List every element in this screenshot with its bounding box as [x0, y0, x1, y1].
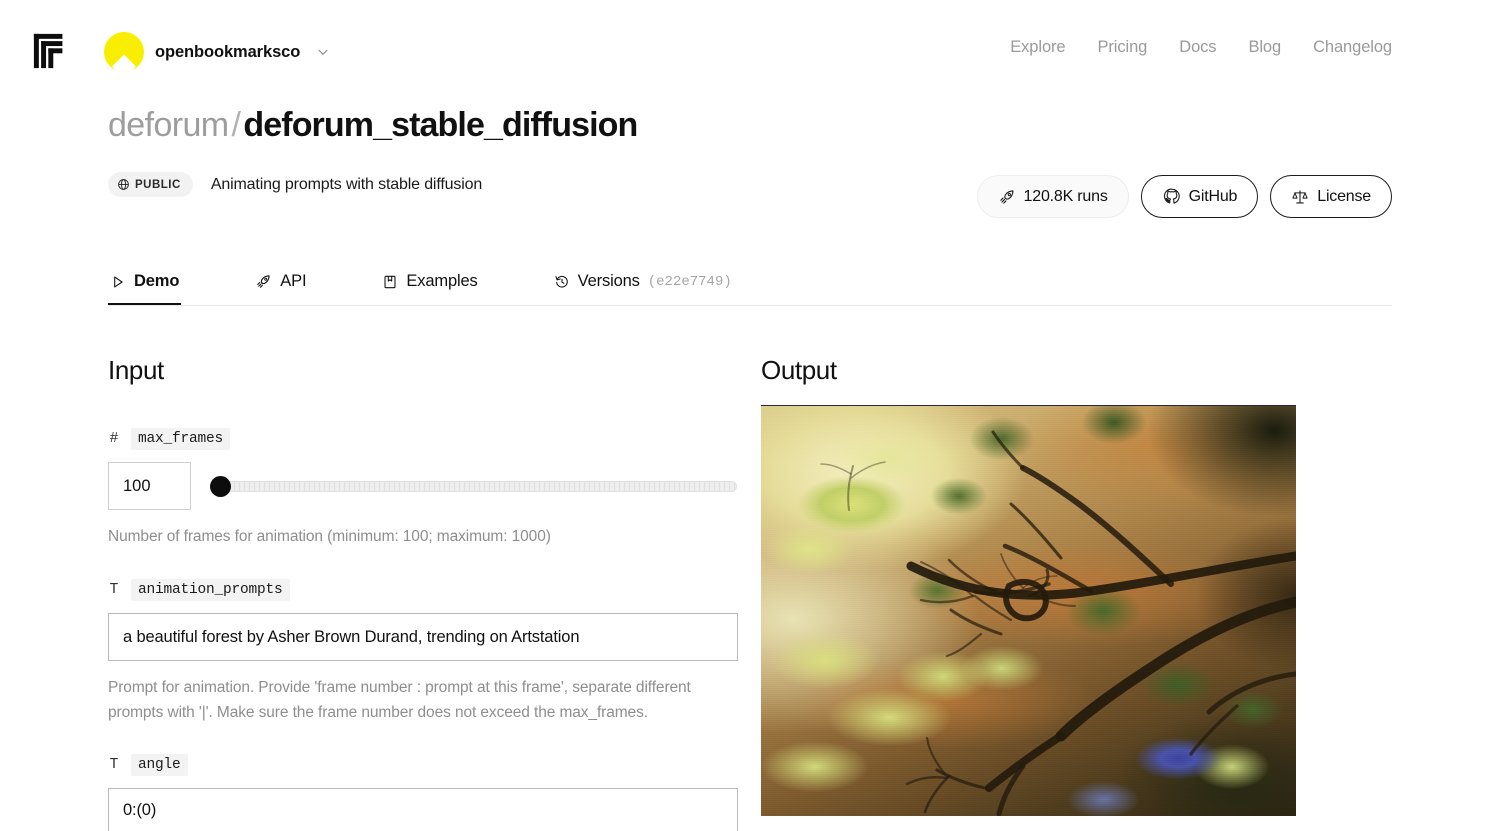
org-name-label: openbookmarksco — [155, 42, 301, 61]
github-button[interactable]: GitHub — [1140, 175, 1259, 218]
input-column: Input # max_frames 100 Number of frames … — [108, 355, 738, 831]
slider-track[interactable] — [223, 480, 737, 492]
tab-examples[interactable]: Examples — [380, 258, 479, 305]
model-owner-link[interactable]: deforum — [108, 106, 229, 144]
nav-link-blog[interactable]: Blog — [1248, 38, 1281, 57]
tab-versions[interactable]: Versions (e22e7749) — [552, 258, 734, 305]
max-frames-control-row: 100 — [108, 462, 738, 510]
tab-api[interactable]: API — [253, 258, 308, 305]
tab-versions-label: Versions — [577, 272, 640, 290]
field-max-frames-label: # max_frames — [108, 427, 738, 451]
output-section-title: Output — [761, 355, 837, 385]
history-clock-icon — [554, 274, 570, 290]
model-tagline: Animating prompts with stable diffusion — [210, 175, 483, 193]
field-animation-prompts-label: T animation_prompts — [108, 578, 738, 602]
nav-link-explore[interactable]: Explore — [1010, 38, 1065, 57]
github-button-label: GitHub — [1188, 187, 1238, 205]
top-navigation-bar: openbookmarksco Explore Pricing Docs Blo… — [0, 0, 1500, 100]
text-type-icon: T — [109, 757, 119, 774]
primary-nav-links: Explore Pricing Docs Blog Changelog — [1010, 38, 1392, 57]
license-button-label: License — [1317, 187, 1371, 205]
model-tabs: Demo API Examples Versions (e22e7749) — [108, 258, 1392, 306]
input-section-title: Input — [108, 355, 164, 385]
model-header-actions: 120.8K runs GitHub License — [976, 175, 1392, 218]
globe-icon — [117, 178, 130, 191]
output-image — [761, 405, 1296, 816]
nav-link-docs[interactable]: Docs — [1179, 38, 1216, 57]
replicate-logo-icon[interactable] — [32, 32, 70, 70]
art-grain-layer — [761, 406, 1296, 816]
tab-demo-label: Demo — [134, 272, 180, 290]
status-badge: PUBLIC — [108, 172, 193, 197]
number-type-icon: # — [109, 431, 119, 447]
field-angle-label: T angle — [108, 753, 738, 777]
page-title: deforum/deforum_stable_diffusion — [108, 104, 1392, 147]
org-switcher[interactable]: openbookmarksco — [104, 32, 330, 72]
max-frames-help-text: Number of frames for animation (minimum:… — [108, 528, 551, 545]
book-icon — [382, 274, 398, 290]
runs-count-button[interactable]: 120.8K runs — [976, 175, 1129, 218]
field-animation-prompts-name: animation_prompts — [131, 579, 290, 602]
play-triangle-icon — [110, 274, 126, 290]
avatar — [104, 32, 144, 72]
license-button[interactable]: License — [1270, 175, 1392, 218]
tab-demo[interactable]: Demo — [108, 258, 182, 305]
tab-api-label: API — [280, 272, 307, 290]
output-column: Output — [761, 355, 1401, 816]
status-badge-label: PUBLIC — [135, 178, 181, 191]
scales-icon — [1291, 188, 1309, 206]
tab-examples-label: Examples — [406, 272, 478, 290]
nav-link-pricing[interactable]: Pricing — [1098, 38, 1148, 57]
github-icon — [1162, 187, 1181, 206]
app-page: openbookmarksco Explore Pricing Docs Blo… — [0, 0, 1500, 831]
title-separator: / — [231, 106, 241, 144]
field-max-frames-name: max_frames — [131, 428, 231, 450]
field-animation-prompts: T animation_prompts a beautiful forest b… — [108, 578, 738, 725]
animation-prompts-input[interactable]: a beautiful forest by Asher Brown Durand… — [108, 613, 738, 662]
rocket-icon — [255, 273, 272, 290]
rocket-icon — [998, 188, 1016, 206]
field-angle: T angle 0:(0) — [108, 753, 738, 831]
angle-input[interactable]: 0:(0) — [108, 788, 738, 831]
tab-versions-hash: (e22e7749) — [647, 273, 732, 290]
nav-link-changelog[interactable]: Changelog — [1313, 38, 1392, 57]
field-angle-name: angle — [131, 754, 188, 777]
runs-count-label: 120.8K runs — [1023, 187, 1108, 205]
max-frames-input[interactable]: 100 — [108, 462, 191, 510]
chevron-down-icon — [316, 45, 330, 59]
max-frames-slider[interactable] — [210, 462, 737, 510]
model-header: deforum/deforum_stable_diffusion PUBLIC … — [108, 104, 1392, 218]
slider-thumb[interactable] — [210, 475, 231, 497]
text-type-icon: T — [109, 582, 119, 599]
field-max-frames: # max_frames 100 Number of frames for an… — [108, 427, 738, 549]
model-name-label: deforum_stable_diffusion — [243, 106, 638, 144]
animation-prompts-help-text: Prompt for animation. Provide 'frame num… — [108, 679, 691, 722]
